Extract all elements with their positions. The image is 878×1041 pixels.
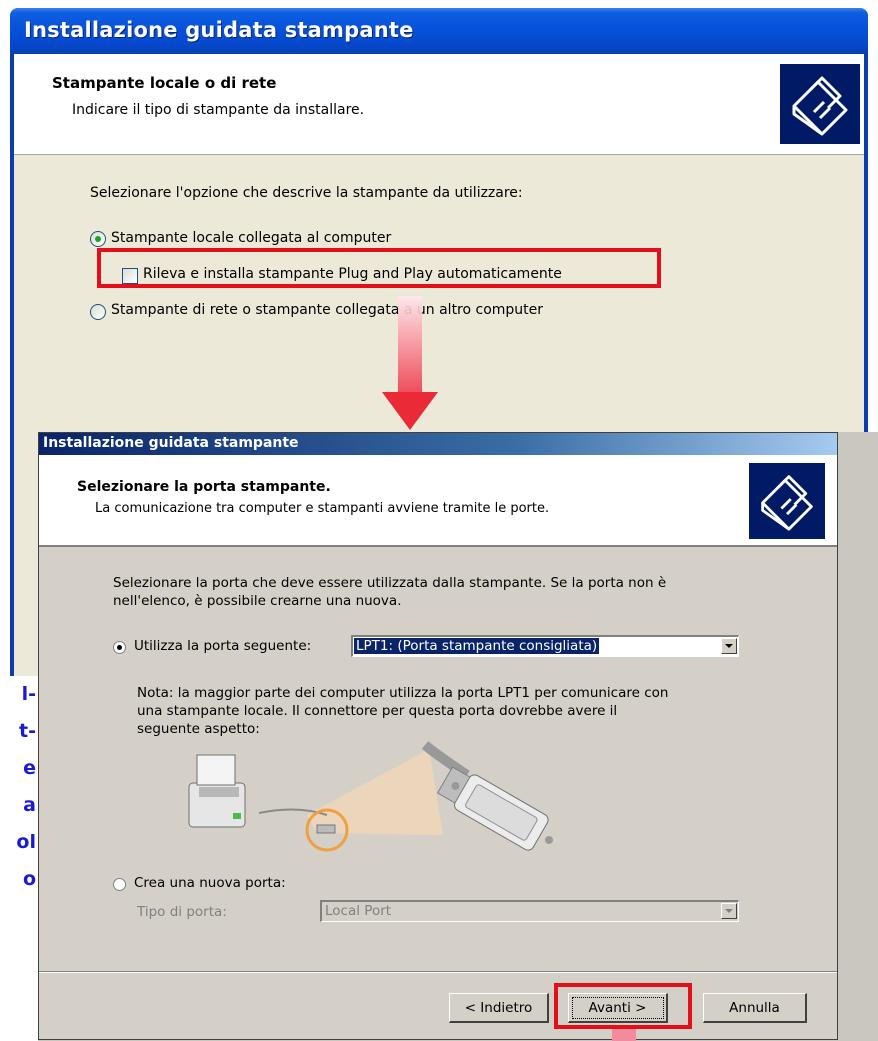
window-title-bar[interactable]: Installazione guidata stampante — [39, 433, 837, 455]
wizard-header-subtitle: La comunicazione tra computer e stampant… — [95, 501, 550, 516]
port-select[interactable]: LPT1: (Porta stampante consigliata) — [351, 635, 739, 657]
prompt-text: Selezionare l'opzione che descrive la st… — [90, 185, 523, 201]
side-text-6: o — [22, 868, 36, 890]
printer-icon — [749, 463, 825, 539]
wizard-header: Selezionare la porta stampante. La comun… — [39, 455, 837, 547]
dropdown-arrow-icon[interactable] — [721, 903, 737, 919]
port-type-label: Tipo di porta: — [137, 904, 227, 920]
side-text-5: ol — [16, 831, 36, 853]
port-type-select-value: Local Port — [325, 903, 392, 919]
side-text-1: l- — [21, 683, 36, 705]
wizard-header: Stampante locale o di rete Indicare il t… — [14, 54, 864, 155]
side-text-2: t- — [19, 720, 36, 742]
radio-local-printer[interactable] — [90, 231, 106, 247]
window-title-bar[interactable]: Installazione guidata stampante — [10, 8, 868, 54]
radio-use-port-label[interactable]: Utilizza la porta seguente: — [134, 638, 311, 654]
intro-text-line1: Selezionare la porta che deve essere uti… — [113, 575, 667, 591]
wizard-header-title: Selezionare la porta stampante. — [77, 479, 331, 495]
radio-local-printer-label[interactable]: Stampante locale collegata al computer — [111, 230, 391, 246]
printer-icon — [780, 64, 860, 144]
down-arrow-icon — [380, 296, 440, 436]
note-text-line1: Nota: la maggior parte dei computer util… — [137, 685, 669, 701]
note-text-line2: una stampante locale. Il connettore per … — [137, 703, 618, 719]
highlight-plug-and-play — [97, 248, 661, 288]
window-title: Installazione guidata stampante — [43, 435, 299, 451]
lpt-connector-illustration — [167, 735, 567, 860]
cancel-button[interactable]: Annulla — [703, 993, 807, 1023]
radio-use-port[interactable] — [113, 641, 126, 654]
radio-network-printer[interactable] — [90, 304, 106, 320]
side-text-3: e — [23, 757, 36, 779]
dropdown-arrow-icon[interactable] — [721, 638, 737, 654]
wizard-header-subtitle: Indicare il tipo di stampante da install… — [72, 102, 365, 118]
side-text-4: a — [23, 794, 36, 816]
wizard-header-title: Stampante locale o di rete — [52, 74, 277, 92]
intro-text-line2: nell'elenco, è possibile crearne una nuo… — [113, 593, 402, 609]
highlight-next-button — [554, 983, 692, 1029]
back-button[interactable]: < Indietro — [449, 993, 549, 1023]
port-type-select[interactable]: Local Port — [320, 900, 739, 922]
window-title: Installazione guidata stampante — [24, 18, 414, 42]
radio-create-port[interactable] — [113, 878, 126, 891]
wizard-window-select-port: Installazione guidata stampante Selezion… — [38, 432, 838, 1040]
arrow-stub-icon — [612, 1029, 636, 1041]
radio-network-printer-label[interactable]: Stampante di rete o stampante collegata … — [111, 302, 543, 318]
port-select-value: LPT1: (Porta stampante consigliata) — [354, 638, 600, 654]
radio-create-port-label[interactable]: Crea una nuova porta: — [134, 875, 286, 891]
footer-separator — [39, 971, 837, 973]
